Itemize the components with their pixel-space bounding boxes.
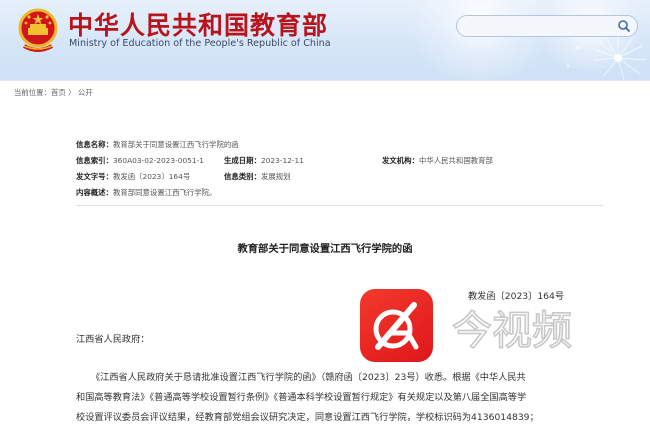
meta-row-summary: 内容概述：教育部同意设置江西飞行学院。 xyxy=(76,187,216,198)
meta-row-issuer: 发文机构：中华人民共和国教育部 xyxy=(382,155,493,166)
site-title[interactable]: 中华人民共和国教育部 xyxy=(68,6,328,42)
app-logo-mark-icon xyxy=(373,302,419,350)
national-emblem-icon xyxy=(18,8,58,52)
meta-divider xyxy=(76,205,603,206)
issuer-label: 发文机构： xyxy=(382,156,419,165)
date-value: 2023-12-11 xyxy=(260,156,304,165)
breadcrumb-home[interactable]: 首页 xyxy=(51,88,66,97)
date-label: 生成日期： xyxy=(224,156,261,165)
docno-value: 教发函〔2023〕164号 xyxy=(112,172,191,181)
site-header: 中华人民共和国教育部 Ministry of Education of the … xyxy=(0,0,650,80)
index-value: 360A03-02-2023-0051-1 xyxy=(112,156,204,165)
meta-row-docno: 发文字号：教发函〔2023〕164号 xyxy=(76,171,190,182)
document-paragraph-line: 和国高等教育法》《普通高等学校设置暂行条例》《普通本科学校设置暂行规定》有关规定… xyxy=(76,392,527,403)
info-name-label: 信息名称： xyxy=(76,140,113,149)
category-value: 发展规划 xyxy=(260,172,291,181)
breadcrumb-current[interactable]: 公开 xyxy=(78,88,93,97)
summary-label: 内容概述： xyxy=(76,188,113,197)
summary-value: 教育部同意设置江西飞行学院。 xyxy=(112,188,217,197)
meta-row-index: 信息索引：360A03-02-2023-0051-1 xyxy=(76,155,204,166)
meta-row-date: 生成日期：2023-12-11 xyxy=(224,155,304,166)
breadcrumb-label: 当前位置： xyxy=(14,88,51,97)
index-label: 信息索引： xyxy=(76,156,113,165)
breadcrumb-separator: 〉 xyxy=(68,88,76,97)
breadcrumb: 当前位置：首页 〉 公开 xyxy=(14,87,93,98)
meta-row-category: 信息类别：发展规划 xyxy=(224,171,291,182)
category-label: 信息类别： xyxy=(224,172,261,181)
docno-label: 发文字号： xyxy=(76,172,113,181)
watermark-text: 今视频 xyxy=(452,308,572,354)
document-number: 教发函〔2023〕164号 xyxy=(468,291,565,302)
info-name-value: 教育部关于同意设置江西飞行学院的函 xyxy=(112,140,239,149)
header-divider xyxy=(0,80,650,81)
dandelion-decoration xyxy=(566,36,647,80)
document-paragraph-line: 校设置评议委员会评议结果，经教育部党组会议研究决定，同意设置江西飞行学院，学校标… xyxy=(76,412,539,423)
issuer-value: 中华人民共和国教育部 xyxy=(418,156,493,165)
document-paragraph-line: 《江西省人民政府关于恳请批准设置江西飞行学院的函》（赣府函〔2023〕23号）收… xyxy=(91,372,526,383)
document-title: 教育部关于同意设置江西飞行学院的函 xyxy=(237,243,413,255)
site-subtitle: Ministry of Education of the People's Re… xyxy=(69,38,331,49)
search-icon[interactable] xyxy=(617,19,631,33)
document-addressee: 江西省人民政府： xyxy=(76,334,150,345)
app-logo-icon xyxy=(360,289,433,362)
search-input[interactable] xyxy=(456,15,638,37)
meta-row-name: 信息名称：教育部关于同意设置江西飞行学院的函 xyxy=(76,139,239,150)
watermark-logo: 今视频 xyxy=(451,307,573,354)
